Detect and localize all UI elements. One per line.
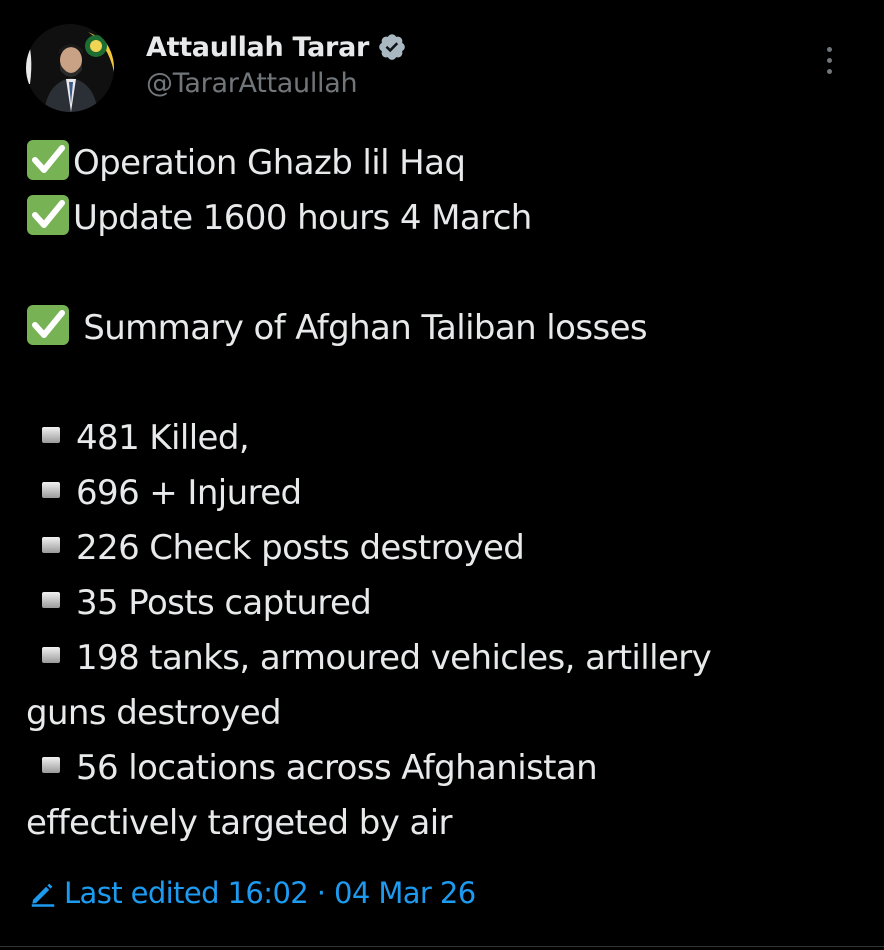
list-item-text: 226 Check posts destroyed bbox=[76, 528, 525, 568]
tweet: Attaullah Tarar @TararAttaullah Operatio… bbox=[0, 0, 884, 950]
text-line: Summary of Afghan Taliban losses bbox=[26, 301, 856, 356]
list-item-text: effectively targeted by air bbox=[26, 803, 453, 843]
list-item: 35 Posts captured bbox=[26, 576, 856, 631]
pencil-icon bbox=[31, 883, 55, 907]
list-item-text: 198 tanks, armoured vehicles, artillery bbox=[76, 638, 712, 678]
tweet-text: Operation Ghazb lil Haq Update 1600 hour… bbox=[26, 136, 856, 851]
text-line: Operation Ghazb lil Haq bbox=[26, 136, 856, 191]
more-dot bbox=[826, 46, 832, 52]
bullet-icon bbox=[42, 757, 60, 773]
bullet-icon bbox=[42, 482, 60, 498]
verified-badge-icon[interactable] bbox=[377, 32, 407, 62]
bullet-icon bbox=[42, 427, 60, 443]
summary-heading: Summary of Afghan Taliban losses bbox=[83, 308, 647, 348]
list-item: 198 tanks, armoured vehicles, artillery bbox=[26, 631, 856, 686]
list-item-text: guns destroyed bbox=[26, 693, 282, 733]
more-options-icon[interactable] bbox=[812, 40, 846, 80]
display-name[interactable]: Attaullah Tarar bbox=[146, 32, 369, 63]
bullet-icon bbox=[42, 592, 60, 608]
list-item-text: 481 Killed, bbox=[76, 418, 250, 458]
last-edited-link[interactable]: Last edited 16:02 · 04 Mar 26 bbox=[28, 876, 476, 910]
author-block: Attaullah Tarar @TararAttaullah bbox=[146, 26, 407, 99]
operation-title: Operation Ghazb lil Haq bbox=[73, 143, 466, 183]
list-item: 226 Check posts destroyed bbox=[26, 521, 856, 576]
bullet-icon bbox=[42, 647, 60, 663]
list-item: 56 locations across Afghanistan bbox=[26, 741, 856, 796]
avatar-image bbox=[26, 24, 114, 112]
more-dot bbox=[826, 68, 832, 74]
update-time: Update 1600 hours 4 March bbox=[73, 198, 532, 238]
more-dot bbox=[826, 57, 832, 63]
list-item-text: 35 Posts captured bbox=[76, 583, 372, 623]
list-item-continuation: guns destroyed bbox=[26, 686, 856, 741]
list-item-continuation: effectively targeted by air bbox=[26, 796, 856, 851]
check-mark-button-icon bbox=[27, 195, 69, 235]
check-mark-button-icon bbox=[27, 305, 69, 345]
list-item-text: 56 locations across Afghanistan bbox=[76, 748, 598, 788]
handle[interactable]: @TararAttaullah bbox=[146, 68, 407, 99]
list-item: 696 + Injured bbox=[26, 466, 856, 521]
avatar[interactable] bbox=[26, 24, 114, 112]
name-row: Attaullah Tarar bbox=[146, 26, 407, 68]
list-item-text: 696 + Injured bbox=[76, 473, 302, 513]
bullet-icon bbox=[42, 537, 60, 553]
list-item: 481 Killed, bbox=[26, 411, 856, 466]
check-mark-button-icon bbox=[27, 140, 69, 180]
text-line: Update 1600 hours 4 March bbox=[26, 191, 856, 246]
last-edited-text: Last edited 16:02 · 04 Mar 26 bbox=[64, 876, 476, 910]
divider bbox=[0, 946, 884, 947]
